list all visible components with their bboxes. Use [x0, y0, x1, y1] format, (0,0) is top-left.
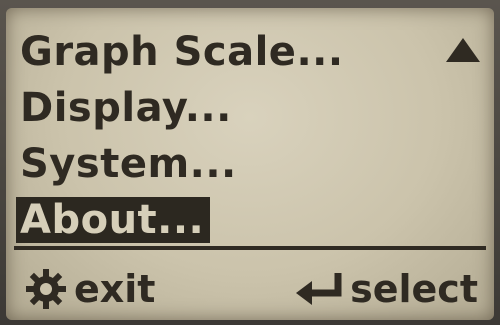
menu-item-label: Display...	[20, 85, 232, 131]
select-label: select	[350, 267, 478, 311]
exit-softkey[interactable]: exit	[24, 264, 155, 314]
menu-item-label: About...	[16, 197, 211, 243]
menu-item-display[interactable]: Display...	[16, 80, 486, 136]
softkey-divider	[14, 246, 486, 250]
menu-item-about[interactable]: About...	[16, 192, 486, 248]
menu-item-label: System...	[20, 141, 237, 187]
menu-list: Graph Scale... Display... System... Abou…	[16, 24, 486, 248]
device-bezel: Graph Scale... Display... System... Abou…	[0, 0, 500, 325]
enter-arrow-icon	[296, 273, 342, 305]
menu-item-graph-scale[interactable]: Graph Scale...	[16, 24, 486, 80]
exit-label: exit	[74, 267, 156, 311]
scroll-up-triangle-icon[interactable]	[446, 38, 480, 62]
gear-icon	[26, 269, 66, 309]
menu-item-label: Graph Scale...	[20, 29, 344, 75]
select-softkey[interactable]: select	[294, 264, 478, 314]
lcd-screen: Graph Scale... Display... System... Abou…	[6, 8, 494, 320]
menu-item-system[interactable]: System...	[16, 136, 486, 192]
